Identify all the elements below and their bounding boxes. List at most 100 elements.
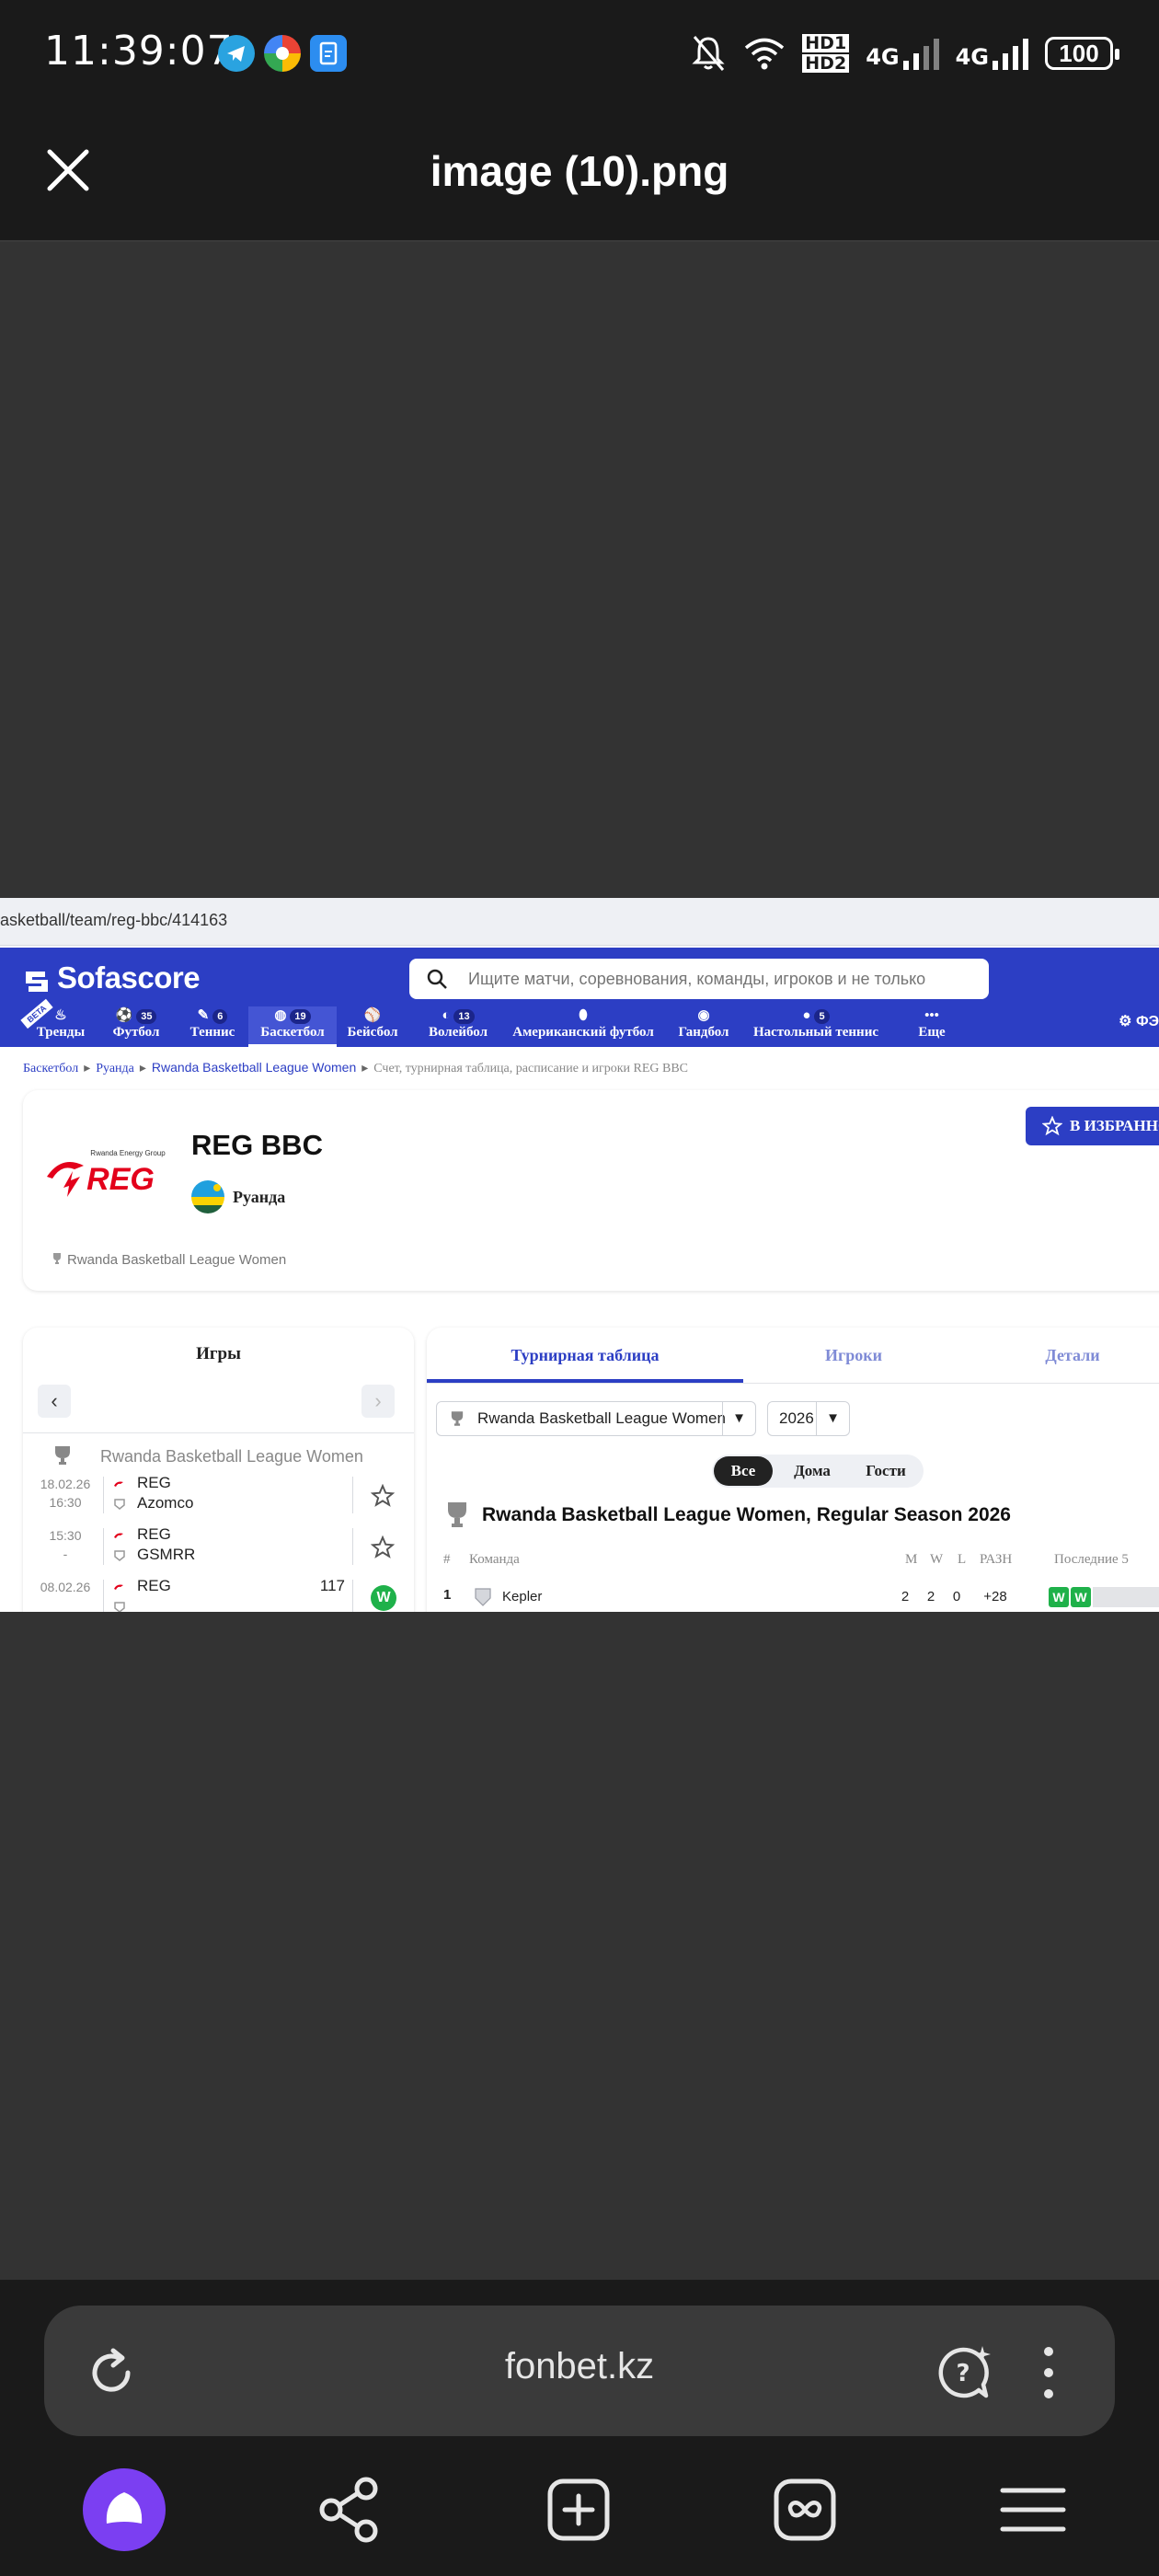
league-select[interactable]: Rwanda Basketball League Women ▼ <box>436 1401 756 1436</box>
filter-away[interactable]: Гости <box>852 1456 920 1486</box>
tab-players[interactable]: Игроки <box>743 1328 964 1383</box>
trophy-icon <box>53 1253 61 1264</box>
team-country[interactable]: Руанда <box>233 1188 285 1207</box>
nav-label: Еще <box>918 1025 946 1040</box>
nav-handball[interactable]: ◉ Гандбол <box>670 1006 738 1047</box>
game-row[interactable]: 15:30 - REG GSMRR <box>23 1524 414 1576</box>
col-m: M <box>905 1552 918 1567</box>
browser-bottom-bar: fonbet.kz ? <box>0 2280 1159 2576</box>
row-l: 0 <box>952 1589 961 1604</box>
col-l: L <box>958 1552 967 1567</box>
sofascore-logo-icon[interactable] <box>23 968 51 995</box>
row-m: 2 <box>901 1589 910 1604</box>
nav-table-tennis[interactable]: ● 5 Настольный теннис <box>747 1006 885 1047</box>
alice-assistant-icon[interactable] <box>83 2468 166 2551</box>
form-empty <box>1093 1587 1159 1607</box>
nav-american-football[interactable]: ⬮ Американский футбол <box>511 1006 655 1047</box>
nav-label: Баскетбол <box>260 1025 325 1040</box>
breadcrumb-basketball[interactable]: Баскетбол <box>23 1062 78 1075</box>
nav-football[interactable]: ⚽ 35 Футбол <box>103 1006 169 1047</box>
game-team-2: Azomco <box>113 1493 193 1513</box>
top-right-label: ФЭ <box>1135 1014 1159 1029</box>
star-icon[interactable] <box>371 1484 395 1508</box>
search-icon <box>427 969 447 989</box>
reg-logo-icon: REG Rwanda Energy Group <box>47 1149 166 1197</box>
new-tab-icon[interactable] <box>537 2468 620 2551</box>
sofascore-logo-text[interactable]: Sofascore <box>57 960 201 995</box>
filter-all[interactable]: Все <box>714 1456 773 1486</box>
game-row[interactable]: 08.02.26 REG 117 W <box>23 1576 414 1612</box>
tabs-switcher-icon[interactable] <box>763 2468 846 2551</box>
trophy-icon <box>451 1411 464 1426</box>
trophy-icon <box>448 1502 466 1527</box>
nav-baseball[interactable]: ⚾ Бейсбол <box>340 1006 405 1047</box>
sofascore-header: Sofascore ♨Тренды⚽35Футбол✎6Теннис◍19Бас… <box>0 948 1159 1047</box>
season-select[interactable]: 2026 ▼ <box>767 1401 850 1436</box>
ai-assistant-icon[interactable]: ? <box>933 2342 993 2403</box>
game-date: 15:30 <box>49 1528 82 1543</box>
signal-2: 4G <box>956 37 1028 70</box>
game-date: 08.02.26 <box>40 1580 91 1594</box>
game-team-2: GSMRR <box>113 1545 195 1565</box>
football-icon: ⚽ <box>115 1008 133 1023</box>
rwanda-flag-icon <box>191 1180 224 1213</box>
nav-badge: 35 <box>136 1009 157 1024</box>
nav-label: Теннис <box>189 1025 235 1040</box>
next-page-button[interactable]: › <box>361 1385 395 1418</box>
baseball-icon: ⚾ <box>363 1008 382 1023</box>
top-right-menu[interactable]: ⚙ ФЭ <box>1119 1012 1159 1030</box>
nav-tennis[interactable]: ✎ 6 Теннис <box>180 1006 245 1047</box>
form-badge: W <box>1049 1587 1069 1607</box>
team-name: GSMRR <box>137 1546 196 1563</box>
game-date: 18.02.26 <box>40 1477 91 1491</box>
signal-1: 4G <box>866 37 939 70</box>
form-badge: W <box>1071 1587 1091 1607</box>
team-logo-icon <box>114 1584 123 1590</box>
search-input[interactable] <box>468 966 974 992</box>
game-team-1: REG <box>113 1473 171 1493</box>
col-last5: Последние 5 <box>1054 1552 1129 1567</box>
screenshot-image: asketball/team/reg-bbc/414163 Sofascore … <box>0 898 1159 1612</box>
caret-down-icon: ▼ <box>816 1402 849 1435</box>
standings-panel: Турнирная таблица Игроки Детали Rwanda B… <box>427 1328 1159 1612</box>
games-title: Игры <box>196 1344 241 1363</box>
nav-label: Бейсбол <box>347 1025 398 1040</box>
game-team-1: REG <box>113 1524 171 1545</box>
breadcrumb-rwanda[interactable]: Руанда <box>96 1062 134 1075</box>
nav-badge: 6 <box>212 1009 228 1024</box>
games-league[interactable]: Rwanda Basketball League Women <box>100 1447 363 1466</box>
prev-page-button[interactable]: ‹ <box>38 1385 71 1418</box>
search-box[interactable] <box>409 959 989 999</box>
nav-basketball[interactable]: ◍ 19 Баскетбол <box>248 1006 337 1047</box>
filter-home[interactable]: Дома <box>778 1456 846 1486</box>
add-favorite-button[interactable]: В ИЗБРАННО <box>1026 1107 1159 1145</box>
table-row[interactable]: 1 Kepler 2 2 0 +28 W W <box>427 1581 1159 1612</box>
tab-details[interactable]: Детали <box>964 1328 1159 1383</box>
nav-more[interactable]: ••• Еще <box>903 1006 960 1047</box>
row-team: Kepler <box>502 1589 543 1604</box>
nav-label: Волейбол <box>428 1025 488 1040</box>
svg-text:REG: REG <box>86 1162 155 1197</box>
team-logo-icon <box>114 1533 123 1538</box>
breadcrumb-league[interactable]: Rwanda Basketball League Women <box>152 1060 356 1075</box>
hamburger-menu-icon[interactable] <box>992 2468 1074 2551</box>
settings-icon: ⚙ <box>1119 1014 1136 1029</box>
status-bar: 11:39:07 HD1 HD2 4G 4G 100 <box>0 0 1159 106</box>
season-select-value: 2026 <box>779 1409 814 1427</box>
games-panel: Игры ‹ › Rwanda Basketball League Women … <box>23 1328 414 1612</box>
more-icon: ••• <box>924 1008 939 1023</box>
game-time: - <box>63 1547 68 1561</box>
trophy-icon <box>55 1446 70 1465</box>
game-row[interactable]: 18.02.26 16:30 REG Azomco <box>23 1473 414 1524</box>
more-vertical-icon[interactable] <box>1039 2344 1058 2401</box>
divider <box>23 1432 414 1433</box>
battery-icon: 100 <box>1045 37 1119 70</box>
share-icon[interactable] <box>309 2468 392 2551</box>
team-league[interactable]: Rwanda Basketball League Women <box>51 1252 286 1268</box>
tab-standings[interactable]: Турнирная таблица <box>427 1328 743 1383</box>
url-bar[interactable]: fonbet.kz ? <box>44 2306 1115 2436</box>
status-time: 11:39:07 <box>44 28 234 75</box>
nav-volleyball[interactable]: ◐ 13 Волейбол <box>419 1006 497 1047</box>
home-away-filter: Все Дома Гости <box>712 1455 924 1488</box>
star-icon[interactable] <box>371 1535 395 1559</box>
